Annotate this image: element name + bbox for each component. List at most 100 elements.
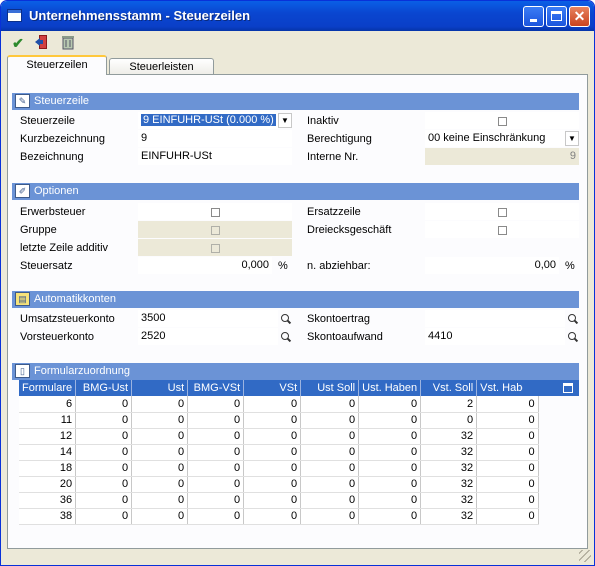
table-row[interactable]: 12 0 0 0 0 0 0 32 0 — [19, 428, 539, 445]
table-cell[interactable]: 0 — [476, 396, 539, 413]
column-header[interactable]: BMG-Ust — [75, 380, 133, 396]
table-cell[interactable]: 0 — [75, 476, 133, 493]
table-cell[interactable]: 0 — [476, 476, 539, 493]
table-cell[interactable]: 0 — [358, 476, 422, 493]
table-cell[interactable]: 0 — [300, 492, 360, 509]
table-cell[interactable]: 0 — [131, 460, 189, 477]
exit-icon[interactable] — [33, 34, 51, 52]
table-cell[interactable]: 0 — [243, 476, 302, 493]
berechtigung-select[interactable]: 00 keine Einschränkung — [425, 130, 565, 147]
table-cell[interactable]: 32 — [420, 444, 478, 461]
column-header[interactable]: Ust Soll — [300, 380, 360, 396]
table-cell[interactable]: 0 — [476, 412, 539, 429]
table-cell[interactable]: 0 — [476, 428, 539, 445]
minimize-button[interactable] — [523, 6, 544, 27]
table-cell[interactable]: 32 — [420, 476, 478, 493]
erwerbsteuer-checkbox[interactable] — [211, 208, 220, 217]
column-header[interactable]: BMG-VSt — [187, 380, 245, 396]
kurzbezeichnung-input[interactable]: 9 — [138, 130, 292, 147]
table-row[interactable]: 36 0 0 0 0 0 0 32 0 — [19, 492, 539, 509]
table-cell[interactable]: 0 — [476, 444, 539, 461]
skontoaufwand-input[interactable]: 4410 — [425, 328, 565, 345]
steuersatz-input[interactable]: 0,000 — [138, 257, 272, 274]
table-cell[interactable]: 0 — [75, 508, 133, 525]
table-cell[interactable]: 0 — [131, 476, 189, 493]
table-cell[interactable]: 0 — [358, 460, 422, 477]
table-cell[interactable]: 0 — [358, 428, 422, 445]
table-cell[interactable]: 0 — [300, 460, 360, 477]
table-row[interactable]: 600000020 — [19, 396, 539, 413]
table-cell[interactable]: 0 — [476, 460, 539, 477]
table-cell[interactable]: 0 — [75, 396, 133, 413]
table-cell[interactable]: 0 — [187, 444, 245, 461]
delete-icon[interactable] — [59, 34, 77, 52]
formular-grid[interactable]: Formulare BMG-Ust Ust BMG-VSt VSt Ust So… — [19, 380, 539, 525]
table-cell[interactable]: 0 — [187, 508, 245, 525]
table-cell[interactable]: 12 — [19, 428, 77, 445]
table-cell[interactable]: 0 — [358, 444, 422, 461]
table-cell[interactable]: 38 — [19, 508, 77, 525]
table-cell[interactable]: 0 — [243, 444, 302, 461]
table-cell[interactable]: 0 — [75, 460, 133, 477]
table-cell[interactable]: 32 — [420, 508, 478, 525]
table-cell[interactable]: 0 — [187, 460, 245, 477]
table-cell[interactable]: 0 — [187, 412, 245, 429]
table-cell[interactable]: 0 — [300, 444, 360, 461]
search-icon[interactable] — [280, 331, 292, 343]
table-cell[interactable]: 0 — [300, 476, 360, 493]
table-cell[interactable]: 20 — [19, 476, 77, 493]
table-cell[interactable]: 36 — [19, 492, 77, 509]
table-cell[interactable]: 0 — [131, 492, 189, 509]
table-cell[interactable]: 11 — [19, 412, 77, 429]
table-row[interactable]: 20 0 0 0 0 0 0 32 0 — [19, 476, 539, 493]
table-cell[interactable]: 2 — [420, 396, 478, 413]
table-cell[interactable]: 0 — [243, 492, 302, 509]
table-cell[interactable]: 0 — [131, 444, 189, 461]
table-cell[interactable]: 0 — [358, 508, 422, 525]
table-cell[interactable]: 0 — [243, 412, 302, 429]
search-icon[interactable] — [567, 313, 579, 325]
table-cell[interactable]: 0 — [300, 508, 360, 525]
table-cell[interactable]: 0 — [300, 396, 360, 413]
table-cell[interactable]: 0 — [131, 396, 189, 413]
table-cell[interactable]: 0 — [358, 412, 422, 429]
table-cell[interactable]: 0 — [300, 412, 360, 429]
table-cell[interactable]: 0 — [75, 492, 133, 509]
umsatzsteuerkonto-input[interactable]: 3500 — [138, 310, 278, 327]
table-cell[interactable]: 0 — [187, 396, 245, 413]
column-header[interactable]: Formulare — [19, 380, 77, 396]
table-cell[interactable]: 0 — [243, 460, 302, 477]
table-cell[interactable]: 0 — [243, 428, 302, 445]
table-cell[interactable]: 0 — [243, 508, 302, 525]
vorsteuerkonto-input[interactable]: 2520 — [138, 328, 278, 345]
steuerzeile-select[interactable]: 9 EINFUHR-USt (0.000 %) — [138, 112, 278, 129]
ersatzzeile-checkbox[interactable] — [498, 208, 507, 217]
table-cell[interactable]: 0 — [243, 396, 302, 413]
table-cell[interactable]: 32 — [420, 428, 478, 445]
dreiecksgeschaeft-checkbox[interactable] — [498, 226, 507, 235]
table-cell[interactable]: 0 — [300, 428, 360, 445]
table-cell[interactable]: 0 — [131, 428, 189, 445]
table-cell[interactable]: 0 — [476, 508, 539, 525]
resize-grip-icon[interactable] — [579, 550, 591, 562]
search-icon[interactable] — [567, 331, 579, 343]
table-cell[interactable]: 32 — [420, 460, 478, 477]
column-header[interactable]: VSt — [243, 380, 302, 396]
tab-steuerzeilen[interactable]: Steuerzeilen — [7, 55, 107, 75]
search-icon[interactable] — [280, 313, 292, 325]
skontoertrag-input[interactable] — [425, 310, 565, 327]
table-cell[interactable]: 0 — [131, 412, 189, 429]
table-cell[interactable]: 6 — [19, 396, 77, 413]
table-cell[interactable]: 0 — [187, 492, 245, 509]
column-header[interactable]: Vst. Soll — [420, 380, 478, 396]
bezeichnung-input[interactable]: EINFUHR-USt — [138, 148, 292, 165]
column-header[interactable]: Ust — [131, 380, 189, 396]
table-cell[interactable]: 0 — [75, 428, 133, 445]
table-cell[interactable]: 14 — [19, 444, 77, 461]
maximize-button[interactable] — [546, 6, 567, 27]
table-row[interactable]: 11 0 0 0 0 0 0 0 0 — [19, 412, 539, 429]
inaktiv-checkbox[interactable] — [498, 117, 507, 126]
table-cell[interactable]: 18 — [19, 460, 77, 477]
table-cell[interactable]: 0 — [187, 428, 245, 445]
table-cell[interactable]: 0 — [75, 444, 133, 461]
